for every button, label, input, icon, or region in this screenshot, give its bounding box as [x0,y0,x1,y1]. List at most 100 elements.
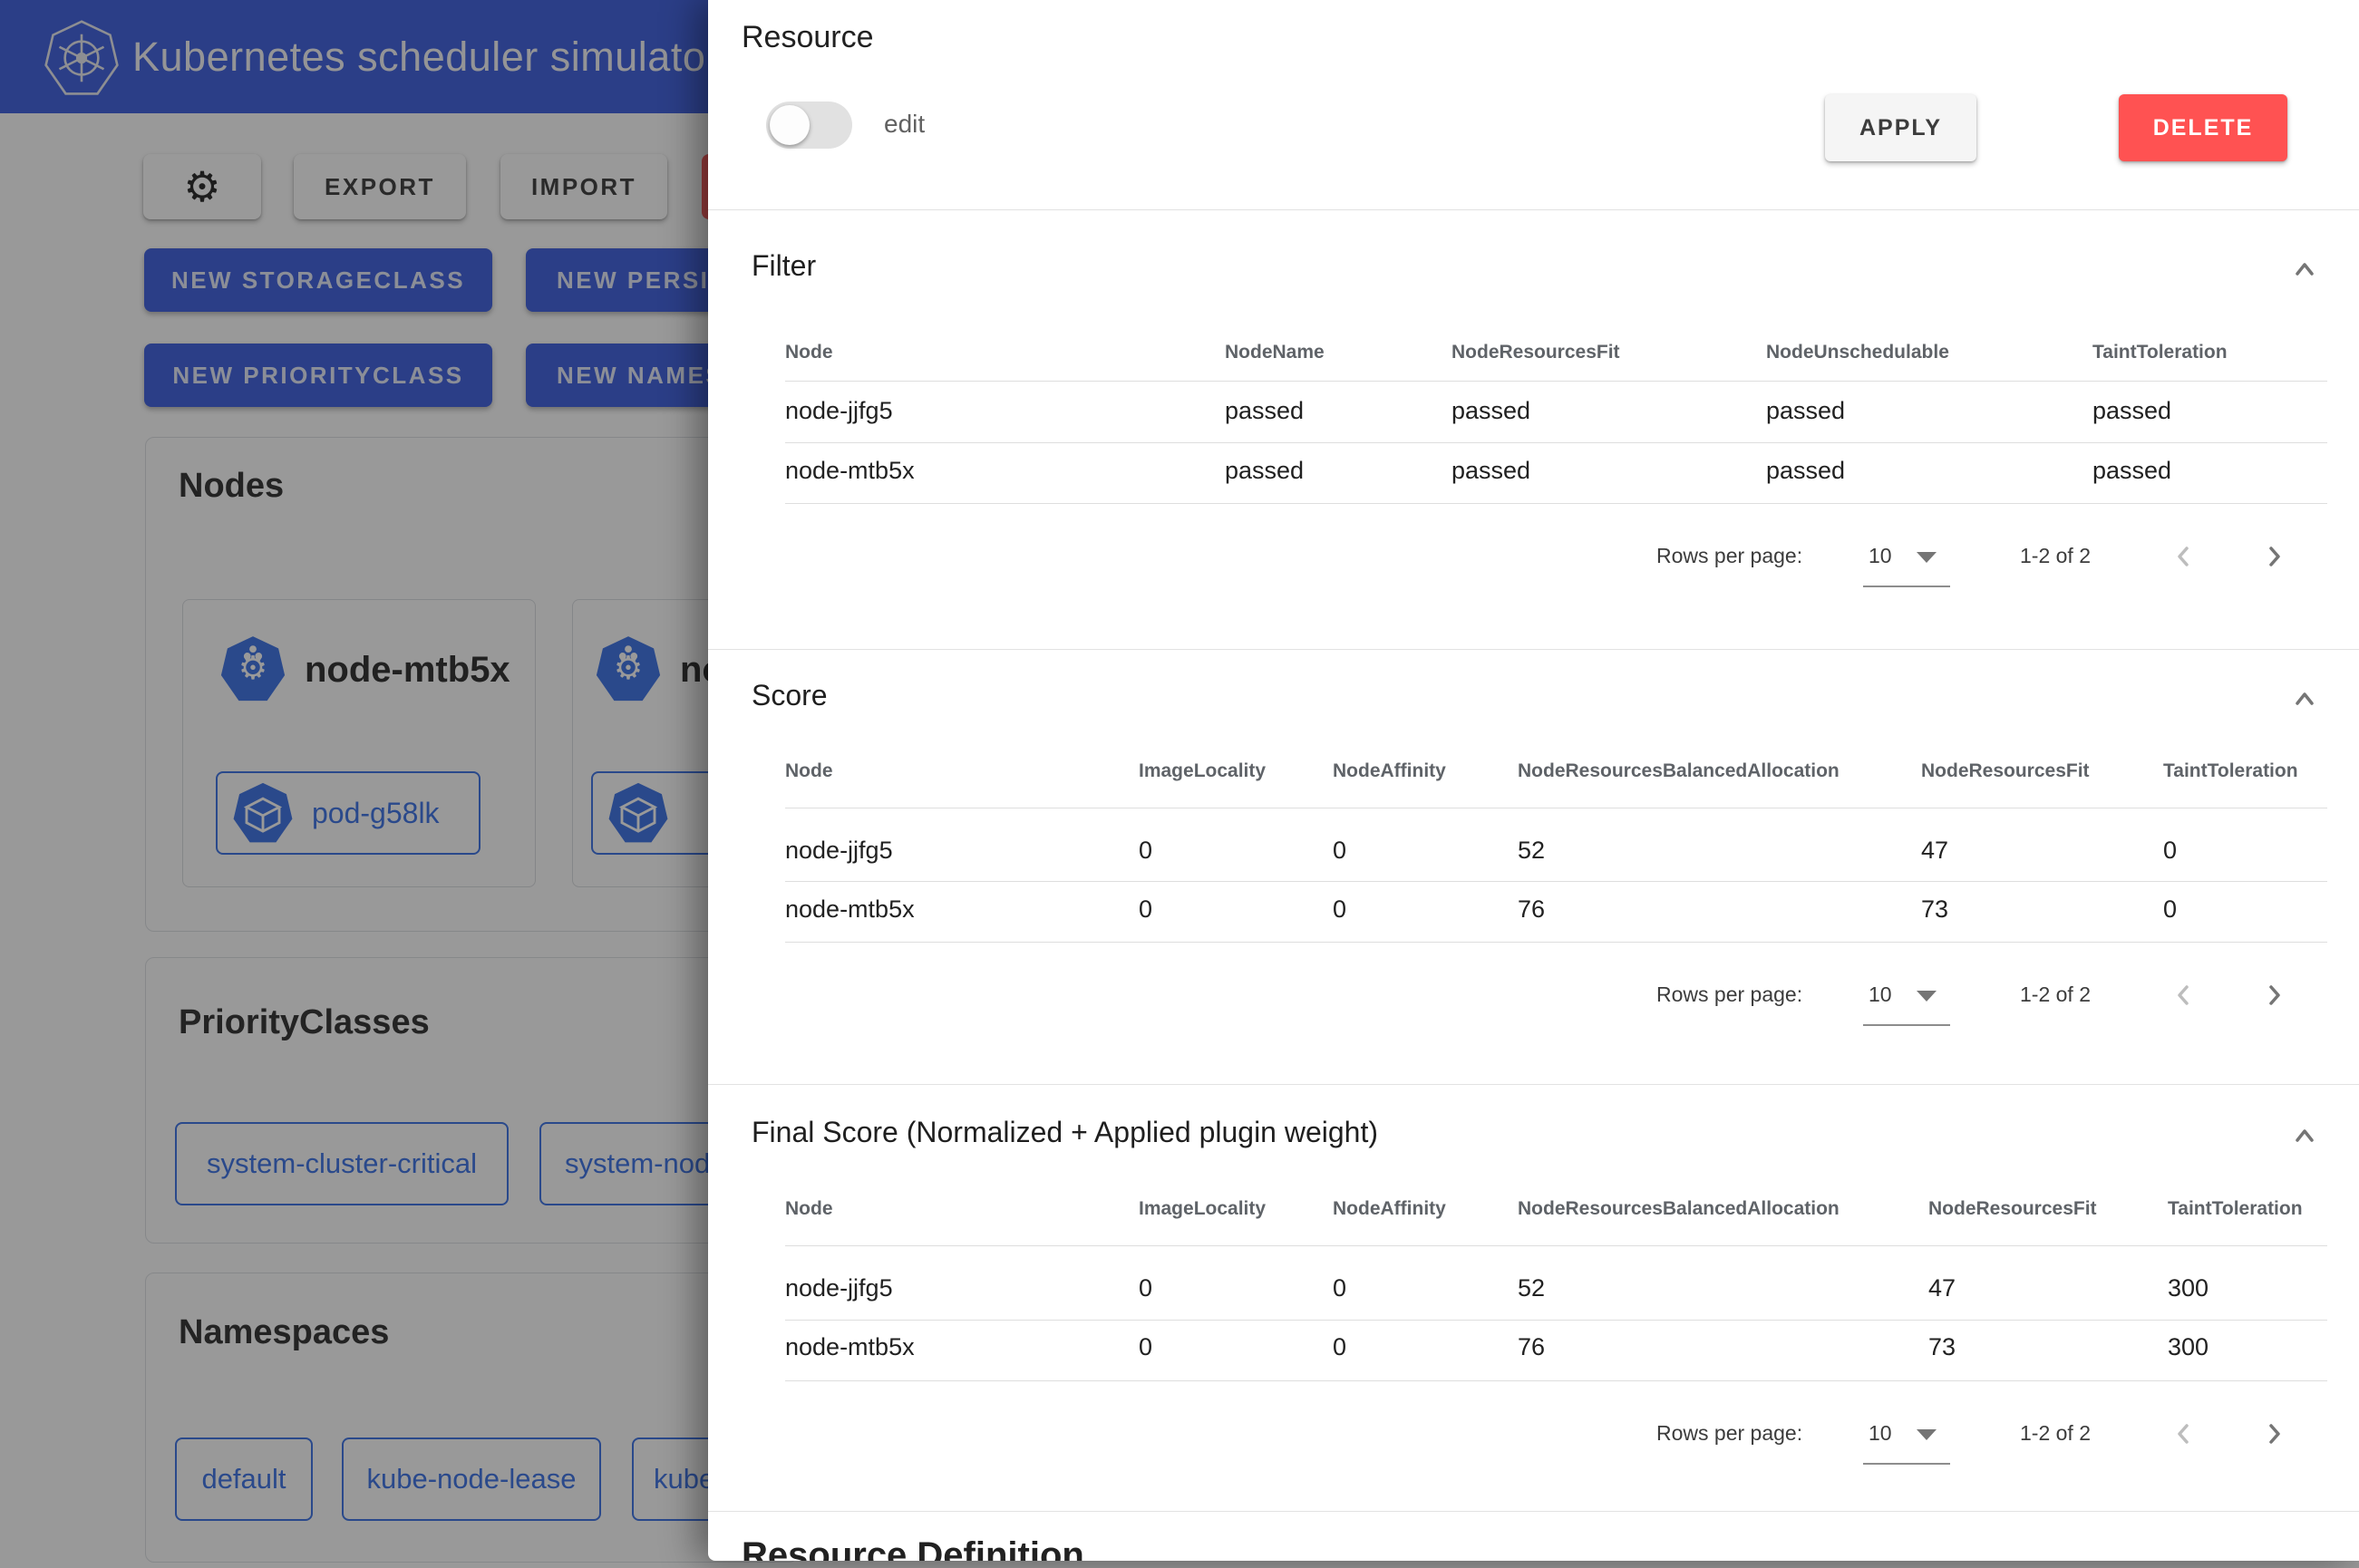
select-underline [1863,586,1950,587]
column-header: TaintToleration [2092,342,2228,363]
chevron-left-icon [2170,1419,2199,1448]
column-header: NodeAffinity [1333,760,1446,782]
table-cell: 73 [1921,895,1948,924]
table-cell: 300 [2168,1274,2209,1302]
table-cell: 0 [1139,1274,1152,1302]
section-title-final-score: Final Score (Normalized + Applied plugin… [752,1116,1378,1149]
resource-dialog: Resource edit APPLY DELETE FilterNodeNod… [708,0,2359,1561]
table-cell: passed [1451,397,1530,425]
rows-per-page-label: Rows per page: [1656,544,1802,568]
section-divider [708,649,2359,650]
table-cell: node-jjfg5 [785,397,893,425]
row-divider [785,942,2327,943]
table-cell: 0 [1333,1274,1346,1302]
table-cell: 0 [1333,1333,1346,1361]
section-divider [708,1511,2359,1512]
column-header: Node [785,760,833,782]
column-header: NodeResourcesFit [1921,760,2090,782]
table-cell: passed [1766,397,1845,425]
caret-down-icon [1917,1429,1937,1440]
rows-per-page-label: Rows per page: [1656,1421,1802,1446]
row-divider [785,503,2327,504]
chevron-left-icon [2170,981,2199,1010]
table-cell: passed [2092,397,2171,425]
collapse-section-button[interactable] [2285,1117,2325,1157]
collapse-section-button[interactable] [2285,680,2325,720]
table-cell: 0 [1139,895,1152,924]
table-cell: 0 [2163,895,2177,924]
pagination-range-label: 1-2 of 2 [2020,982,2091,1007]
column-header: NodeResourcesBalancedAllocation [1518,1198,1840,1220]
caret-down-icon [1917,991,1937,1002]
table-cell: 300 [2168,1333,2209,1361]
table-cell: 0 [1333,895,1346,924]
chevron-up-icon [2290,1122,2319,1151]
pagination-range-label: 1-2 of 2 [2020,1421,2091,1446]
table-cell: 73 [1928,1333,1956,1361]
table-cell: node-mtb5x [785,1333,915,1361]
previous-page-button[interactable] [2164,975,2204,1015]
table-cell: 52 [1518,1274,1545,1302]
chevron-up-icon [2290,256,2319,285]
column-header: TaintToleration [2163,760,2298,782]
table-cell: passed [2092,457,2171,485]
chevron-right-icon [2259,981,2288,1010]
table-cell: 76 [1518,1333,1545,1361]
row-divider [785,1245,2327,1246]
row-divider [785,1320,2327,1321]
table-cell: 47 [1928,1274,1956,1302]
table-cell: 0 [1139,1333,1152,1361]
table-cell: node-jjfg5 [785,1274,893,1302]
rows-per-page-select[interactable]: 10 [1869,982,1892,1007]
column-header: NodeResourcesBalancedAllocation [1518,760,1840,782]
column-header: NodeResourcesFit [1928,1198,2097,1220]
rows-per-page-select[interactable]: 10 [1869,544,1892,568]
collapse-section-button[interactable] [2285,250,2325,290]
resource-definition-title: Resource Definition [742,1535,1084,1561]
table-cell: 0 [2163,837,2177,865]
row-divider [785,381,2327,382]
chevron-up-icon [2290,685,2319,714]
next-page-button[interactable] [2254,1414,2294,1454]
column-header: NodeName [1225,342,1325,363]
table-cell: passed [1225,457,1304,485]
column-header: ImageLocality [1139,1198,1266,1220]
chevron-right-icon [2259,542,2288,571]
table-cell: 52 [1518,837,1545,865]
table-cell: node-jjfg5 [785,837,893,865]
column-header: NodeResourcesFit [1451,342,1620,363]
table-cell: 0 [1139,837,1152,865]
next-page-button[interactable] [2254,975,2294,1015]
chevron-left-icon [2170,542,2199,571]
select-underline [1863,1024,1950,1026]
row-divider [785,442,2327,443]
table-cell: passed [1766,457,1845,485]
section-divider [708,209,2359,210]
next-page-button[interactable] [2254,537,2294,576]
previous-page-button[interactable] [2164,1414,2204,1454]
column-header: NodeUnschedulable [1766,342,1949,363]
previous-page-button[interactable] [2164,537,2204,576]
chevron-right-icon [2259,1419,2288,1448]
rows-per-page-select[interactable]: 10 [1869,1421,1892,1446]
select-underline [1863,1463,1950,1465]
section-title-filter: Filter [752,249,816,283]
table-cell: 0 [1333,837,1346,865]
table-cell: passed [1225,397,1304,425]
column-header: TaintToleration [2168,1198,2303,1220]
dialog-sections: Filter Node NodeName NodeResourcesFit NodeUn… [708,0,2359,1561]
table-cell: node-mtb5x [785,895,915,924]
column-header: NodeAffinity [1333,1198,1446,1220]
app-root: Kubernetes scheduler simulator ⚙ EXPORT … [0,0,2359,1568]
section-title-score: Score [752,679,828,712]
pagination-range-label: 1-2 of 2 [2020,544,2091,568]
table-cell: 76 [1518,895,1545,924]
column-header: Node [785,342,833,363]
section-divider [708,1084,2359,1085]
table-cell: node-mtb5x [785,457,915,485]
rows-per-page-label: Rows per page: [1656,982,1802,1007]
caret-down-icon [1917,552,1937,563]
table-cell: 47 [1921,837,1948,865]
table-cell: passed [1451,457,1530,485]
row-divider [785,1380,2327,1381]
